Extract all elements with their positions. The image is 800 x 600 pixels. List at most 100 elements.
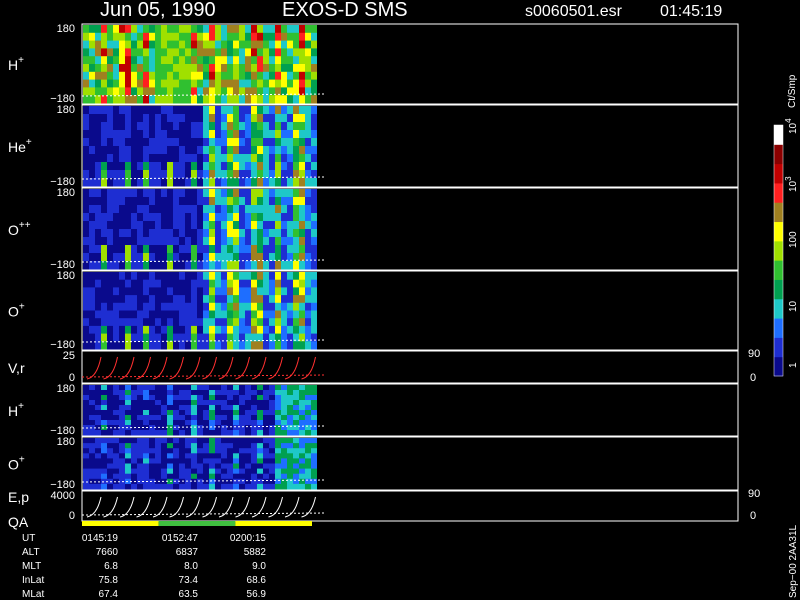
heat-cell [209, 71, 215, 81]
heat-cell [203, 302, 209, 311]
header-instrument: EXOS-D SMS [282, 0, 408, 21]
heat-cell [131, 245, 137, 254]
heat-cell [155, 221, 161, 230]
heat-cell [269, 458, 275, 464]
heat-cell [83, 483, 89, 490]
heat-cell [281, 295, 287, 304]
heat-cell [263, 438, 269, 444]
heat-cell [113, 106, 119, 115]
heat-cell [203, 56, 209, 65]
heat-cell [227, 390, 233, 396]
heat-cell [245, 245, 251, 254]
heat-cell [281, 32, 287, 42]
footer-value: 68.6 [247, 575, 267, 586]
heat-cell [119, 420, 125, 426]
heat-cell [305, 390, 311, 396]
heat-cell [221, 310, 227, 319]
heat-cell [293, 197, 299, 206]
heat-cell [263, 71, 269, 81]
heat-cell [197, 400, 203, 406]
heat-cell [113, 287, 119, 296]
heat-cell [311, 420, 317, 426]
heat-cell [215, 197, 221, 206]
heat-cell [287, 205, 293, 214]
heat-cell [269, 425, 275, 431]
heat-cell [125, 325, 131, 335]
heat-cell [185, 205, 191, 214]
heat-cell [137, 197, 143, 206]
heat-cell [311, 410, 317, 416]
heat-cell [125, 415, 131, 421]
heat-cell [275, 302, 281, 311]
heat-cell [191, 425, 197, 431]
heat-cell [143, 400, 149, 406]
heat-cell [101, 395, 107, 401]
heat-cell [305, 420, 311, 426]
heat-cell [281, 438, 287, 444]
heat-cell [281, 318, 287, 327]
heat-cell [173, 395, 179, 401]
heat-cell [167, 221, 173, 230]
heat-cell [287, 213, 293, 222]
heat-cell [239, 390, 245, 396]
heat-cell [197, 229, 203, 238]
heat-cell [101, 385, 107, 391]
heat-cell [293, 261, 299, 270]
heat-cell [251, 221, 257, 230]
heat-cell [95, 405, 101, 411]
heat-cell [215, 213, 221, 222]
heat-cell [191, 483, 197, 490]
heat-cell [113, 272, 119, 281]
heat-cell [107, 138, 113, 147]
heat-cell [245, 385, 251, 391]
heat-cell [221, 130, 227, 139]
heat-cell [203, 463, 209, 470]
heat-cell [107, 205, 113, 214]
heat-cell [281, 473, 287, 480]
heat-cell [113, 122, 119, 131]
heat-cell [203, 310, 209, 319]
heat-cell [233, 25, 239, 34]
heat-cell [197, 405, 203, 411]
heat-cell [203, 138, 209, 147]
heat-cell [125, 71, 131, 81]
heat-cell [179, 458, 185, 464]
heat-cell [227, 463, 233, 470]
heat-cell [221, 71, 227, 81]
heat-cell [311, 79, 317, 88]
heat-cell [215, 390, 221, 396]
heat-cell [311, 463, 317, 470]
heat-cell [269, 245, 275, 254]
heat-cell [281, 390, 287, 396]
heat-cell [245, 400, 251, 406]
heat-cell [83, 106, 89, 115]
heat-cell [131, 415, 137, 421]
heat-cell [257, 114, 263, 123]
panel-label: O+ [8, 455, 25, 473]
heat-cell [287, 287, 293, 296]
heat-cell [233, 302, 239, 311]
heat-cell [149, 197, 155, 206]
heat-cell [107, 438, 113, 444]
heat-cell [245, 453, 251, 459]
heat-cell [203, 253, 209, 262]
heat-cell [263, 245, 269, 254]
heat-cell [125, 287, 131, 296]
heat-cell [203, 40, 209, 49]
heat-cell [251, 279, 257, 288]
heat-cell [239, 453, 245, 459]
heat-cell [119, 71, 125, 81]
heat-cell [95, 130, 101, 139]
heat-cell [221, 197, 227, 206]
colorbar: 110100103104 [773, 118, 799, 377]
heat-cell [281, 138, 287, 147]
heat-cell [299, 410, 305, 416]
heat-cell [221, 318, 227, 327]
heat-cell [167, 415, 173, 421]
heat-cell [257, 325, 263, 335]
heat-cell [251, 64, 257, 73]
heat-cell [191, 310, 197, 319]
heat-cell [227, 483, 233, 490]
heat-cell [269, 430, 275, 436]
heat-cell [149, 261, 155, 270]
